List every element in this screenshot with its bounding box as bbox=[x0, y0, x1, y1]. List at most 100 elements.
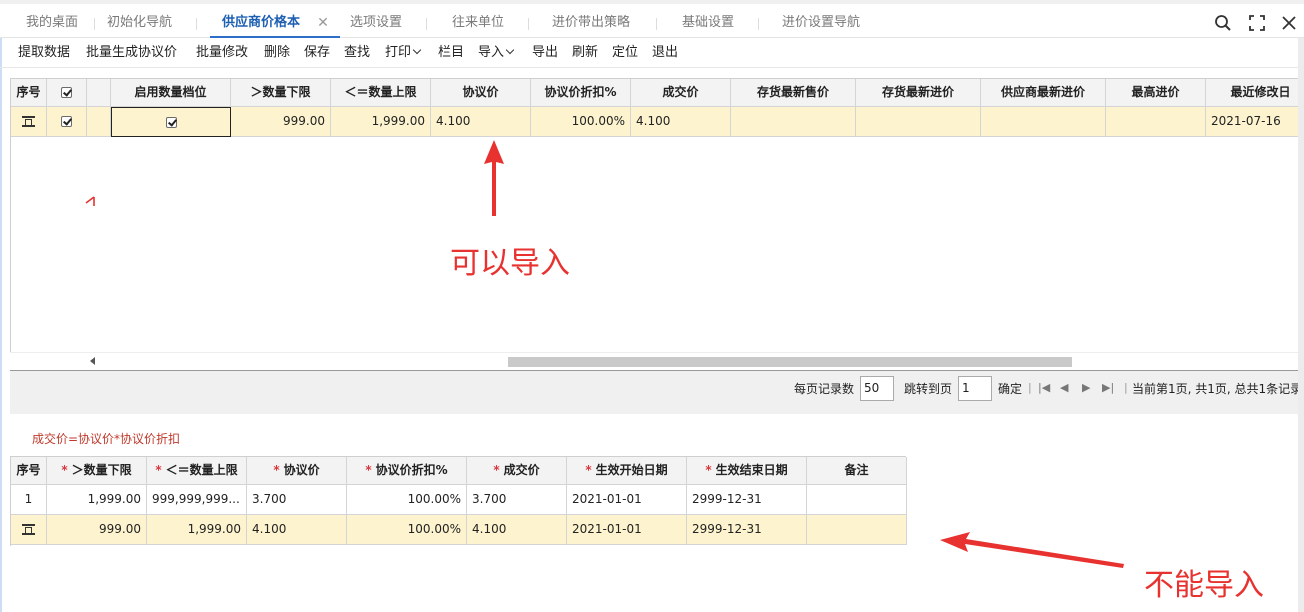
import-button[interactable]: 导入 bbox=[478, 44, 515, 62]
confirm-button[interactable]: 确定 bbox=[998, 381, 1022, 397]
tab-basic-settings[interactable]: 基础设置 bbox=[682, 12, 734, 36]
tab-supplier-price-book[interactable]: 供应商价格本 bbox=[222, 12, 300, 36]
header-select-all[interactable] bbox=[47, 79, 87, 107]
qty-upper-cell[interactable]: 1,999.00 bbox=[147, 515, 247, 545]
row-blank-cell bbox=[87, 107, 111, 137]
close-window-icon[interactable] bbox=[1280, 14, 1298, 32]
jump-label: 跳转到页 bbox=[904, 382, 953, 396]
enable-tier-cell[interactable] bbox=[111, 107, 231, 137]
find-button[interactable]: 查找 bbox=[344, 44, 370, 62]
supplier-purchase-cell[interactable] bbox=[981, 107, 1106, 137]
header-label: 协议价 bbox=[283, 463, 320, 477]
print-label: 打印 bbox=[385, 45, 412, 60]
refresh-button[interactable]: 刷新 bbox=[572, 44, 598, 62]
header-end-date: * 生效结束日期 bbox=[687, 457, 807, 485]
tab-separator bbox=[196, 18, 197, 30]
note-cell[interactable] bbox=[807, 485, 907, 515]
note-cell[interactable] bbox=[807, 515, 907, 545]
annotation-cannot-import: 不能导入 bbox=[1144, 568, 1264, 603]
deal-price-cell[interactable]: 3.700 bbox=[467, 485, 567, 515]
stock-sale-cell[interactable] bbox=[731, 107, 856, 137]
tab-options[interactable]: 选项设置 bbox=[350, 12, 402, 36]
header-highest: 最高进价 bbox=[1106, 79, 1206, 107]
qty-lower-cell[interactable]: 999.00 bbox=[231, 107, 331, 137]
qty-upper-cell[interactable]: 1,999.00 bbox=[331, 107, 431, 137]
last-page-icon[interactable]: ▶| bbox=[1102, 381, 1114, 394]
select-all-checkbox[interactable] bbox=[61, 87, 72, 98]
end-date-cell[interactable]: 2999-12-31 bbox=[687, 515, 807, 545]
discount-cell[interactable]: 100.00% bbox=[531, 107, 631, 137]
tab-bar: 我的桌面 初始化导航 供应商价格本 ✕ 选项设置 往来单位 进价带出策略 基础设… bbox=[0, 0, 1304, 38]
price-book-grid: 序号 启用数量档位 ＞数量下限 ＜＝数量上限 协议价 协议价折扣% 成交价 存货… bbox=[10, 78, 1304, 370]
highest-purchase-cell[interactable] bbox=[1106, 107, 1206, 137]
discount-cell[interactable]: 100.00% bbox=[347, 485, 467, 515]
tab-separator bbox=[94, 18, 95, 30]
scroll-thumb[interactable] bbox=[508, 357, 1072, 367]
save-button[interactable]: 保存 bbox=[304, 44, 330, 62]
qty-lower-cell[interactable]: 999.00 bbox=[47, 515, 147, 545]
toolbar: 提取数据 批量生成协议价 批量修改 删除 保存 查找 打印 栏目 导入 导出 刷… bbox=[0, 38, 1304, 68]
deal-price-cell[interactable]: 4.100 bbox=[467, 515, 567, 545]
annotation-stroke bbox=[84, 194, 98, 212]
columns-button[interactable]: 栏目 bbox=[438, 44, 464, 62]
fullscreen-icon[interactable] bbox=[1248, 14, 1266, 32]
pagination-bar: 每页记录数 50 跳转到页 1 确定 | |◀ ◀ ▶ ▶| | 当前第1页, … bbox=[10, 370, 1304, 414]
annotation-arrow-left bbox=[940, 532, 1124, 568]
chevron-down-icon bbox=[412, 45, 422, 55]
row-select-checkbox[interactable] bbox=[61, 116, 72, 127]
required-marker: * bbox=[273, 463, 280, 477]
window-right-edge bbox=[1298, 38, 1304, 612]
agreed-price-cell[interactable]: 4.100 bbox=[247, 515, 347, 545]
prev-page-icon[interactable]: ◀ bbox=[1060, 381, 1068, 394]
qty-upper-cell[interactable]: 999,999,999... bbox=[147, 485, 247, 515]
delete-button[interactable]: 删除 bbox=[264, 44, 290, 62]
horizontal-scrollbar[interactable] bbox=[10, 352, 1304, 370]
scroll-left-arrow-icon[interactable] bbox=[90, 357, 95, 365]
close-icon[interactable]: ✕ bbox=[316, 12, 330, 34]
enable-tier-checkbox[interactable] bbox=[165, 117, 177, 128]
export-button[interactable]: 导出 bbox=[532, 44, 558, 62]
deal-price-cell[interactable]: 4.100 bbox=[631, 107, 731, 137]
row-select-cell[interactable] bbox=[47, 107, 87, 137]
stock-purchase-cell[interactable] bbox=[856, 107, 981, 137]
jump-page-input[interactable]: 1 bbox=[958, 376, 992, 401]
agreed-price-cell[interactable]: 3.700 bbox=[247, 485, 347, 515]
header-agreed-price: 协议价 bbox=[431, 79, 531, 107]
tab-partners[interactable]: 往来单位 bbox=[452, 12, 504, 36]
row-edit-icon[interactable] bbox=[11, 515, 47, 545]
tab-price-settings-guide[interactable]: 进价设置导航 bbox=[782, 12, 860, 36]
page-size-input[interactable]: 50 bbox=[860, 376, 894, 401]
end-date-cell[interactable]: 2999-12-31 bbox=[687, 485, 807, 515]
chevron-down-icon bbox=[505, 45, 515, 55]
row-edit-icon[interactable] bbox=[11, 107, 47, 137]
annotation-arrow-up bbox=[484, 140, 504, 216]
tab-init-guide[interactable]: 初始化导航 bbox=[107, 12, 172, 36]
tab-separator bbox=[758, 18, 759, 30]
discount-cell[interactable]: 100.00% bbox=[347, 515, 467, 545]
search-icon[interactable] bbox=[1214, 14, 1232, 32]
locate-button[interactable]: 定位 bbox=[612, 44, 638, 62]
fetch-data-button[interactable]: 提取数据 bbox=[18, 44, 70, 62]
required-marker: * bbox=[61, 463, 68, 477]
tab-my-desktop[interactable]: 我的桌面 bbox=[26, 12, 78, 36]
last-modified-cell[interactable]: 2021-07-16 bbox=[1206, 107, 1304, 137]
start-date-cell[interactable]: 2021-01-01 bbox=[567, 485, 687, 515]
tab-price-strategy[interactable]: 进价带出策略 bbox=[552, 12, 630, 36]
header-label: ＞数量下限 bbox=[71, 463, 132, 477]
header-start-date: * 生效开始日期 bbox=[567, 457, 687, 485]
print-button[interactable]: 打印 bbox=[385, 44, 422, 62]
batch-generate-button[interactable]: 批量生成协议价 bbox=[86, 44, 177, 62]
start-date-cell[interactable]: 2021-01-01 bbox=[567, 515, 687, 545]
agreed-price-cell[interactable]: 4.100 bbox=[431, 107, 531, 137]
required-marker: * bbox=[705, 463, 712, 477]
required-marker: * bbox=[155, 463, 162, 477]
exit-button[interactable]: 退出 bbox=[652, 44, 678, 62]
next-page-icon[interactable]: ▶ bbox=[1082, 381, 1090, 394]
tab-separator bbox=[528, 18, 529, 30]
header-deal-price: 成交价 bbox=[631, 79, 731, 107]
qty-lower-cell[interactable]: 1,999.00 bbox=[47, 485, 147, 515]
batch-modify-button[interactable]: 批量修改 bbox=[196, 44, 248, 62]
header-seq: 序号 bbox=[11, 79, 47, 107]
table-row-seq: 1 bbox=[11, 485, 47, 515]
first-page-icon[interactable]: |◀ bbox=[1038, 381, 1050, 394]
